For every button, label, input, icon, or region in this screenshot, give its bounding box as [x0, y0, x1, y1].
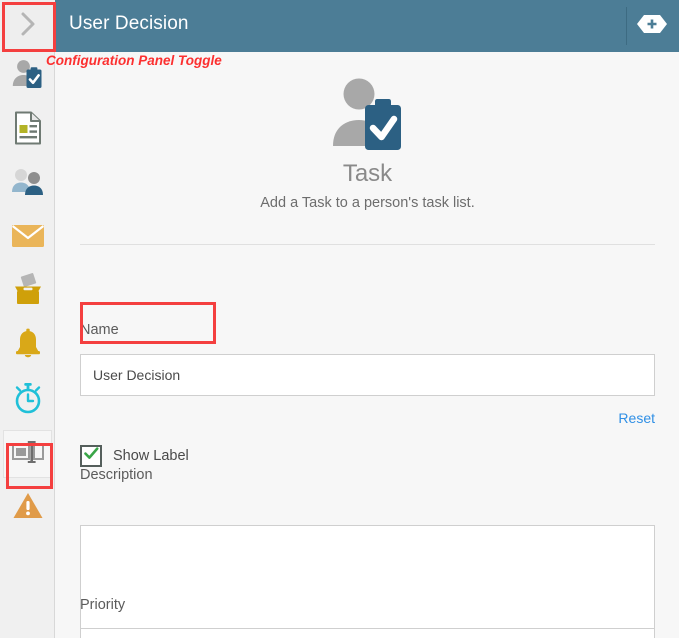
name-input[interactable] [80, 354, 655, 396]
envelope-icon [11, 223, 45, 254]
sidebar-item-people[interactable] [3, 160, 52, 208]
task-hero-icon [56, 74, 679, 156]
reset-link[interactable]: Reset [618, 410, 655, 426]
panel-split-icon [11, 440, 44, 469]
priority-input[interactable] [80, 628, 655, 638]
section-divider [80, 244, 655, 245]
ballot-box-icon [11, 272, 45, 312]
sidebar-item-inbox[interactable] [3, 268, 52, 316]
document-icon [13, 111, 43, 150]
name-field-label: Name [80, 322, 119, 338]
header-divider [626, 7, 627, 45]
add-button[interactable] [631, 12, 673, 40]
show-label-checkbox-row[interactable]: Show Label [80, 445, 189, 467]
sidebar-item-task[interactable] [3, 52, 52, 100]
hero-subtitle: Add a Task to a person's task list. [260, 195, 475, 211]
page-title: User Decision [69, 13, 189, 34]
sidebar-item-notification[interactable] [3, 322, 52, 370]
add-hexagon-icon [636, 14, 668, 39]
person-clipboard-check-icon [11, 58, 45, 95]
description-textarea[interactable] [80, 525, 655, 631]
warning-triangle-icon [12, 491, 44, 525]
panel-header: User Decision [55, 0, 679, 52]
sidebar-item-alert[interactable] [3, 484, 52, 532]
hero-title: Task [342, 160, 393, 187]
show-label-text: Show Label [113, 448, 189, 464]
two-people-icon [10, 167, 46, 202]
stopwatch-icon [12, 381, 44, 420]
sidebar-item-mail[interactable] [3, 214, 52, 262]
configuration-panel-toggle-button[interactable] [0, 0, 55, 52]
hero-section: Task Add a Task to a person's task list. [56, 52, 679, 211]
configuration-panel-app: User Decision Task Add a Task to a perso… [0, 0, 679, 638]
priority-field-label: Priority [80, 597, 126, 613]
icon-sidebar [0, 52, 55, 638]
sidebar-item-timer[interactable] [3, 376, 52, 424]
show-label-checkbox[interactable] [80, 445, 102, 467]
sidebar-item-panel[interactable] [3, 430, 52, 478]
description-field-label: Description [80, 467, 153, 483]
configuration-form: Task Add a Task to a person's task list.… [56, 52, 679, 638]
sidebar-item-document[interactable] [3, 106, 52, 154]
check-icon [83, 447, 99, 465]
chevron-right-icon [19, 10, 37, 43]
bell-icon [13, 328, 43, 365]
